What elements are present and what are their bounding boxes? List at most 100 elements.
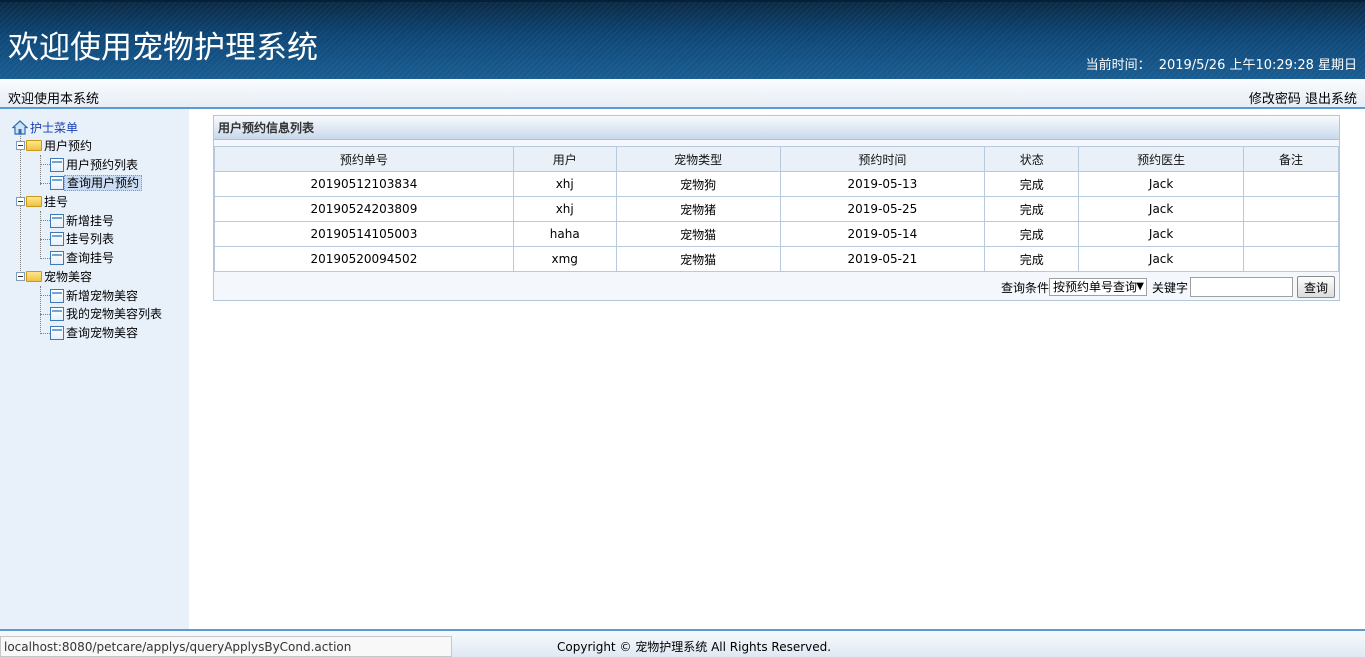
condition-select[interactable]: 按预约单号查询 ▼	[1048, 278, 1147, 296]
tree-line	[40, 286, 41, 334]
tree-item-label: 新增宠物美容	[66, 289, 139, 303]
cell-pet-type: 宠物猫	[615, 246, 781, 272]
tree-item-label: 用户预约列表	[66, 158, 139, 172]
tree-item-appointment-list[interactable]: 用户预约列表	[50, 156, 140, 174]
table-row: 20190514105003 haha 宠物猫 2019-05-14 完成 Ja…	[214, 221, 1339, 247]
change-password-link[interactable]: 修改密码	[1249, 92, 1301, 107]
table-row: 20190512103834 xhj 宠物狗 2019-05-13 完成 Jac…	[214, 171, 1339, 197]
cell-doctor: Jack	[1078, 171, 1245, 197]
folder-icon	[26, 140, 42, 151]
page-icon	[50, 288, 64, 303]
cell-doctor: Jack	[1078, 196, 1245, 222]
cell-user: xmg	[512, 246, 617, 272]
tree-item-registration-list[interactable]: 挂号列表	[50, 230, 116, 248]
status-bar-url: localhost:8080/petcare/applys/queryApply…	[0, 636, 452, 657]
tree-item-label: 查询挂号	[66, 251, 115, 265]
current-time-label: 当前时间：	[1085, 58, 1151, 73]
collapse-icon[interactable]	[16, 141, 25, 150]
panel-title: 用户预约信息列表	[214, 116, 1339, 140]
tree-item-label: 挂号列表	[66, 232, 115, 246]
condition-label: 查询条件	[1000, 280, 1049, 295]
top-links: 修改密码 退出系统	[1249, 88, 1357, 107]
cell-status: 完成	[984, 196, 1080, 222]
copyright-text: Copyright © 宠物护理系统 All Rights Reserved.	[557, 640, 832, 654]
tree-line	[40, 258, 50, 259]
tree-group-label: 用户预约	[44, 139, 93, 153]
cell-status: 完成	[984, 246, 1080, 272]
tree-group-appointments[interactable]: 用户预约	[16, 137, 94, 155]
collapse-icon[interactable]	[16, 272, 25, 281]
tree-item-label: 新增挂号	[66, 214, 115, 228]
cell-remark	[1243, 171, 1339, 197]
cell-order-no: 20190524203809	[214, 196, 514, 222]
column-header: 宠物类型	[615, 146, 781, 172]
collapse-icon[interactable]	[16, 197, 25, 206]
tree-item-my-grooming-list[interactable]: 我的宠物美容列表	[50, 305, 164, 323]
tree-line	[40, 183, 50, 184]
appointment-table: 预约单号 用户 宠物类型 预约时间 状态 预约医生 备注 20190512103…	[214, 146, 1339, 272]
column-header: 用户	[512, 146, 617, 172]
cell-appointment-time: 2019-05-14	[779, 221, 986, 247]
query-button[interactable]: 查询	[1297, 276, 1335, 298]
welcome-text: 欢迎使用本系统	[8, 92, 100, 107]
table-header-row: 预约单号 用户 宠物类型 预约时间 状态 预约医生 备注	[214, 146, 1339, 172]
tree-item-query-grooming[interactable]: 查询宠物美容	[50, 324, 140, 342]
page-icon	[50, 157, 64, 172]
sidebar-menu: 护士菜单 用户预约 用户预约列表 查询用户预约 挂号 新增挂号 挂号列表 查询挂…	[0, 109, 189, 629]
folder-icon	[26, 271, 42, 282]
tree-group-label: 宠物美容	[44, 270, 93, 284]
column-header: 预约医生	[1078, 146, 1245, 172]
tree-line	[40, 155, 41, 185]
tree-item-new-grooming[interactable]: 新增宠物美容	[50, 287, 140, 305]
column-header: 预约时间	[779, 146, 986, 172]
cell-order-no: 20190512103834	[214, 171, 514, 197]
page-icon	[50, 325, 64, 340]
tree-line	[40, 220, 50, 221]
search-bar: 查询条件 按预约单号查询 ▼ 关键字 查询	[1001, 276, 1335, 298]
cell-remark	[1243, 246, 1339, 272]
cell-user: haha	[512, 221, 617, 247]
cell-order-no: 20190520094502	[214, 246, 514, 272]
tree-item-query-appointment[interactable]: 查询用户预约	[50, 174, 143, 192]
column-header: 备注	[1243, 146, 1339, 172]
cell-status: 完成	[984, 171, 1080, 197]
cell-appointment-time: 2019-05-21	[779, 246, 986, 272]
app-header: 欢迎使用宠物护理系统 当前时间： 2019/5/26 上午10:29:28 星期日	[0, 0, 1365, 79]
tree-group-label: 挂号	[44, 195, 69, 209]
column-header: 预约单号	[214, 146, 514, 172]
tree-item-new-registration[interactable]: 新增挂号	[50, 212, 116, 230]
dropdown-arrow-icon: ▼	[1136, 281, 1144, 292]
tree-item-label: 查询用户预约	[64, 175, 143, 191]
page-icon	[50, 250, 64, 265]
tree-line	[40, 211, 41, 259]
column-header: 状态	[984, 146, 1080, 172]
tree-line	[40, 314, 50, 315]
tree-item-label: 我的宠物美容列表	[66, 307, 163, 321]
tree-root[interactable]: 护士菜单	[11, 119, 80, 137]
logout-link[interactable]: 退出系统	[1305, 92, 1357, 107]
cell-status: 完成	[984, 221, 1080, 247]
cell-remark	[1243, 221, 1339, 247]
cell-appointment-time: 2019-05-25	[779, 196, 986, 222]
page-icon	[50, 213, 64, 228]
cell-user: xhj	[512, 171, 617, 197]
table-row: 20190524203809 xhj 宠物猪 2019-05-25 完成 Jac…	[214, 196, 1339, 222]
tree-item-query-registration[interactable]: 查询挂号	[50, 249, 116, 267]
page-icon	[50, 231, 64, 246]
cell-user: xhj	[512, 196, 617, 222]
tree-item-label: 查询宠物美容	[66, 326, 139, 340]
cell-appointment-time: 2019-05-13	[779, 171, 986, 197]
info-bar: 欢迎使用本系统 修改密码 退出系统	[0, 79, 1365, 109]
tree-group-grooming[interactable]: 宠物美容	[16, 268, 94, 286]
current-time: 当前时间： 2019/5/26 上午10:29:28 星期日	[1086, 54, 1357, 73]
page-icon	[50, 175, 64, 190]
cell-doctor: Jack	[1078, 246, 1245, 272]
cell-pet-type: 宠物猫	[615, 221, 781, 247]
tree-group-registration[interactable]: 挂号	[16, 193, 70, 211]
tree-root-label: 护士菜单	[30, 121, 79, 135]
cell-remark	[1243, 196, 1339, 222]
page-icon	[50, 306, 64, 321]
tree-line	[40, 239, 50, 240]
keyword-input[interactable]	[1190, 277, 1293, 297]
home-icon	[11, 120, 29, 135]
